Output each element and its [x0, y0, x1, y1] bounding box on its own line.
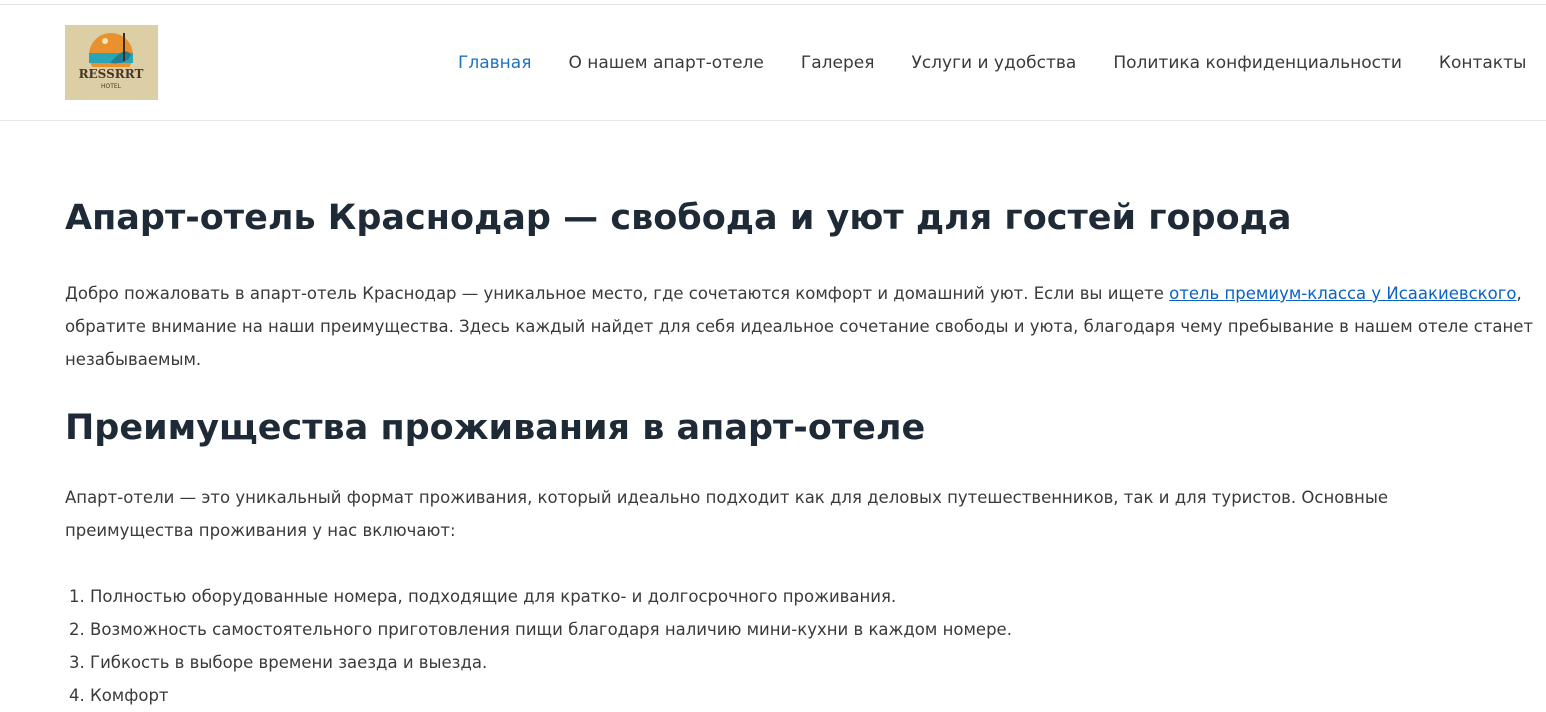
site-logo[interactable]: RESSRRT HOTEL — [65, 25, 158, 100]
main-nav: Главная О нашем апарт-отеле Галерея Услуги … — [458, 53, 1546, 73]
section-title: Преимущества проживания в апарт-отеле — [65, 408, 926, 448]
nav-contacts[interactable]: Контакты — [1439, 53, 1527, 73]
nav-about[interactable]: О нашем апарт-отеле — [568, 53, 763, 73]
list-item: Комфорт — [90, 679, 1012, 712]
benefits-list: Полностью оборудованные номера, подходящ… — [65, 580, 1012, 712]
nav-gallery[interactable]: Галерея — [801, 53, 875, 73]
page-title: Апарт-отель Краснодар — свобода и уют дл… — [65, 198, 1292, 238]
svg-text:RESSRRT: RESSRRT — [79, 67, 144, 81]
nav-services[interactable]: Услуги и удобства — [911, 53, 1076, 73]
list-item: Полностью оборудованные номера, подходящ… — [90, 580, 1012, 613]
premium-hotel-link[interactable]: отель премиум-класса у Исаакиевского — [1169, 284, 1516, 303]
nav-privacy[interactable]: Политика конфиденциальности — [1113, 53, 1402, 73]
intro-paragraph: Добро пожаловать в апарт-отель Краснодар… — [65, 284, 1534, 369]
nav-home[interactable]: Главная — [458, 53, 531, 73]
site-header: RESSRRT HOTEL Главная О нашем апарт-отеле… — [0, 5, 1546, 121]
list-item: Гибкость в выборе времени заезда и выезд… — [90, 646, 1012, 679]
list-item: Возможность самостоятельного приготовлен… — [90, 613, 1012, 646]
svg-text:HOTEL: HOTEL — [101, 83, 122, 90]
section-paragraph: Апарт-отели — это уникальный формат прож… — [65, 488, 1389, 540]
